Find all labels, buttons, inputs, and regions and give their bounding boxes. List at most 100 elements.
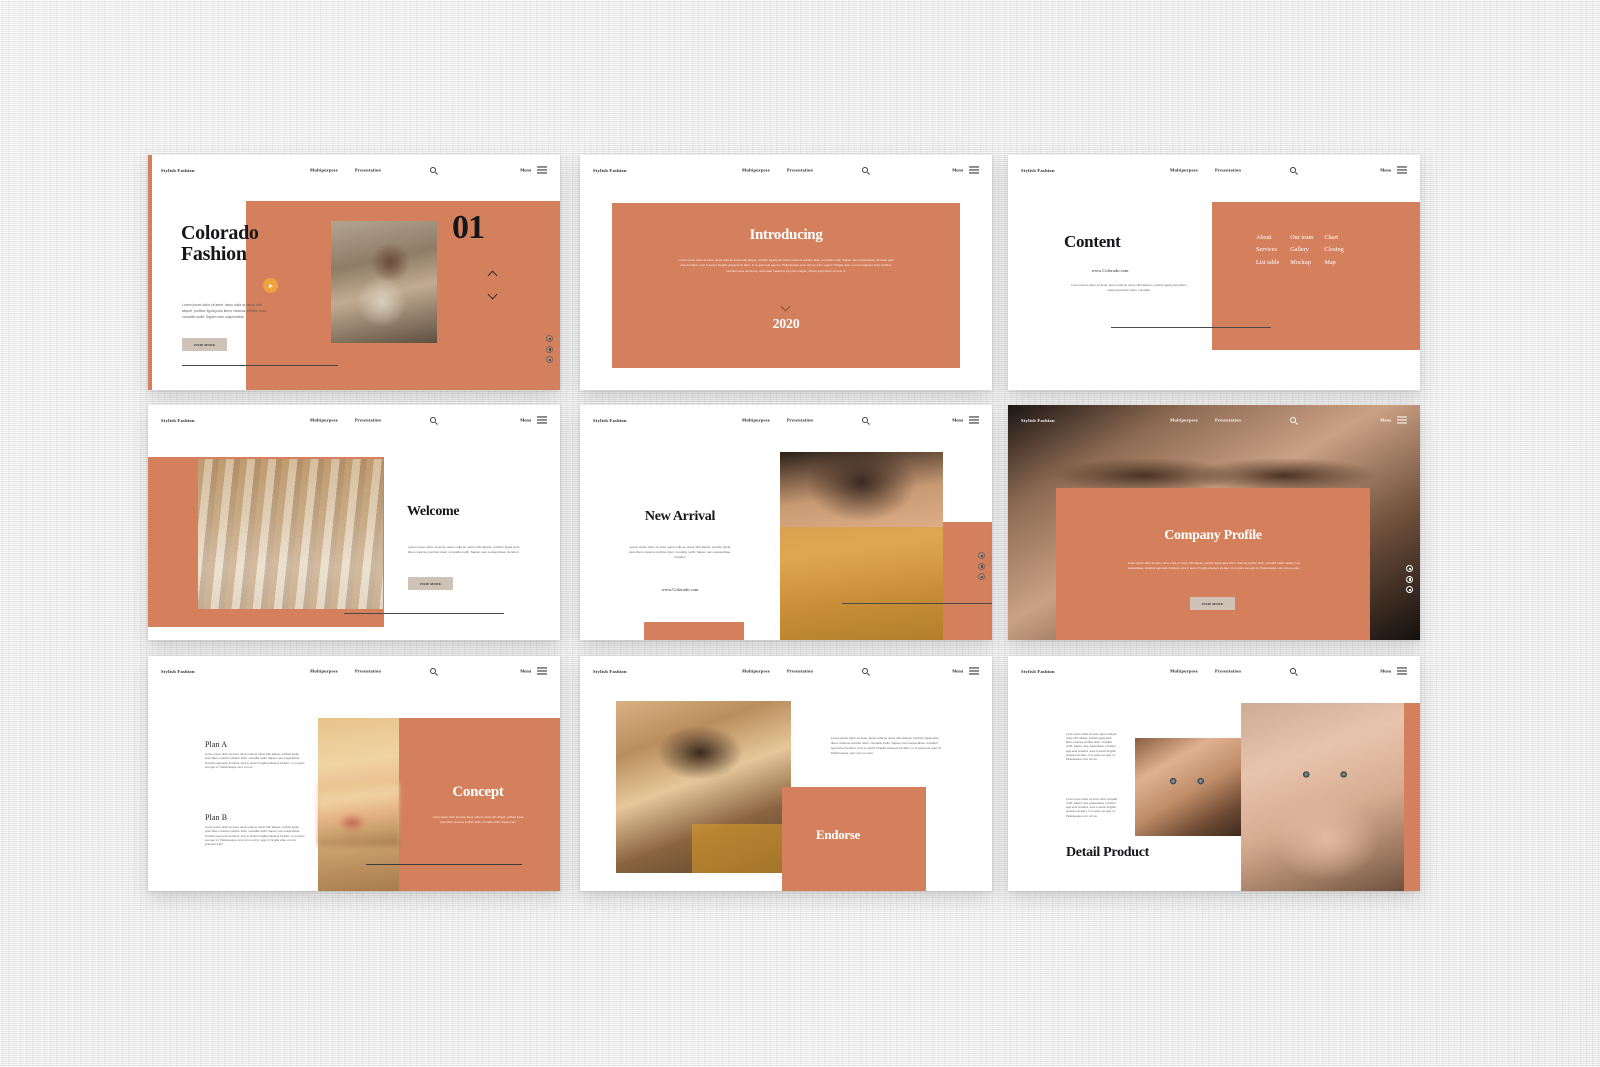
nav-link-presentation[interactable]: Presentation bbox=[1215, 418, 1241, 423]
nav-menu[interactable]: Menu bbox=[520, 166, 547, 174]
instagram-icon[interactable] bbox=[546, 345, 553, 353]
nav-link-multipurpose[interactable]: Multipurpose bbox=[742, 168, 770, 173]
nav-brand[interactable]: Stylish Fashion bbox=[1021, 168, 1055, 173]
slide-concept[interactable]: Plan A Lorem ipsum dolor sit amet, lacus… bbox=[148, 656, 560, 891]
content-item[interactable]: Gallery bbox=[1290, 244, 1313, 256]
social-links[interactable] bbox=[978, 552, 985, 580]
search-icon[interactable] bbox=[430, 167, 437, 173]
nav-link-presentation[interactable]: Presentation bbox=[1215, 168, 1241, 173]
nav-link-presentation[interactable]: Presentation bbox=[355, 418, 381, 423]
nav-menu[interactable]: Menu bbox=[952, 416, 979, 424]
nav-menu[interactable]: Menu bbox=[1380, 166, 1407, 174]
menu-label[interactable]: Menu bbox=[952, 669, 963, 674]
menu-label[interactable]: Menu bbox=[1380, 168, 1391, 173]
view-more-button[interactable]: VIEW MORE bbox=[182, 338, 227, 351]
social-links[interactable] bbox=[546, 335, 553, 363]
menu-label[interactable]: Menu bbox=[520, 168, 531, 173]
search-icon[interactable] bbox=[430, 668, 437, 674]
hamburger-icon[interactable] bbox=[1397, 166, 1407, 174]
hamburger-icon[interactable] bbox=[537, 166, 547, 174]
nav-link-multipurpose[interactable]: Multipurpose bbox=[1170, 418, 1198, 423]
content-item[interactable]: Closing bbox=[1324, 244, 1343, 256]
search-icon[interactable] bbox=[1290, 668, 1297, 674]
nav-link-presentation[interactable]: Presentation bbox=[1215, 669, 1241, 674]
hamburger-icon[interactable] bbox=[1397, 416, 1407, 424]
content-item[interactable]: List table bbox=[1256, 257, 1279, 269]
nav-menu[interactable]: Menu bbox=[952, 667, 979, 675]
search-icon[interactable] bbox=[430, 417, 437, 423]
twitter-icon[interactable] bbox=[546, 335, 553, 342]
nav-link-presentation[interactable]: Presentation bbox=[355, 669, 381, 674]
nav-link-presentation[interactable]: Presentation bbox=[787, 669, 813, 674]
nav-brand[interactable]: Stylish Fashion bbox=[161, 418, 195, 423]
menu-label[interactable]: Menu bbox=[952, 418, 963, 423]
hamburger-icon[interactable] bbox=[969, 416, 979, 424]
slide-introducing[interactable]: Introducing Lorem ipsum dolor sit amet, … bbox=[580, 155, 992, 390]
slide-detail-product[interactable]: Lorem ipsum dolor sit amet, lacus nulla … bbox=[1008, 656, 1420, 891]
content-item[interactable]: Services bbox=[1256, 244, 1279, 256]
content-item[interactable]: Mockup bbox=[1290, 257, 1313, 269]
nav-brand[interactable]: Stylish Fashion bbox=[593, 669, 627, 674]
nav-brand[interactable]: Stylish Fashion bbox=[1021, 418, 1055, 423]
view-more-button[interactable]: VIEW MORE bbox=[1190, 597, 1235, 610]
nav-brand[interactable]: Stylish Fashion bbox=[161, 669, 195, 674]
slide-nav: Stylish Fashion Multipurpose Presentatio… bbox=[580, 155, 992, 185]
nav-menu[interactable]: Menu bbox=[952, 166, 979, 174]
content-item[interactable]: About bbox=[1256, 232, 1279, 244]
nav-link-multipurpose[interactable]: Multipurpose bbox=[742, 669, 770, 674]
hamburger-icon[interactable] bbox=[969, 667, 979, 675]
nav-link-multipurpose[interactable]: Multipurpose bbox=[1170, 168, 1198, 173]
slide-endorse[interactable]: Lorem ipsum dolor sit amet, lacus nulla … bbox=[580, 656, 992, 891]
pinterest-icon[interactable] bbox=[1406, 586, 1413, 593]
nav-link-multipurpose[interactable]: Multipurpose bbox=[310, 418, 338, 423]
hamburger-icon[interactable] bbox=[1397, 667, 1407, 675]
search-icon[interactable] bbox=[862, 417, 869, 423]
nav-menu[interactable]: Menu bbox=[1380, 667, 1407, 675]
hamburger-icon[interactable] bbox=[969, 166, 979, 174]
content-item[interactable]: Map bbox=[1324, 257, 1343, 269]
nav-link-presentation[interactable]: Presentation bbox=[787, 418, 813, 423]
nav-link-presentation[interactable]: Presentation bbox=[787, 168, 813, 173]
slide-welcome[interactable]: Welcome Lorem ipsum dolor sit amet, lacu… bbox=[148, 405, 560, 640]
nav-menu[interactable]: Menu bbox=[520, 416, 547, 424]
slide-company-profile[interactable]: Company Profile Lorem ipsum dolor sit am… bbox=[1008, 405, 1420, 640]
nav-brand[interactable]: Stylish Fashion bbox=[1021, 669, 1055, 674]
menu-label[interactable]: Menu bbox=[1380, 669, 1391, 674]
nav-link-presentation[interactable]: Presentation bbox=[355, 168, 381, 173]
nav-brand[interactable]: Stylish Fashion bbox=[593, 418, 627, 423]
slide-content[interactable]: Content www.Colorado.com Lorem ipsum dol… bbox=[1008, 155, 1420, 390]
menu-label[interactable]: Menu bbox=[520, 669, 531, 674]
menu-label[interactable]: Menu bbox=[952, 168, 963, 173]
nav-link-multipurpose[interactable]: Multipurpose bbox=[1170, 669, 1198, 674]
content-item[interactable]: Our team bbox=[1290, 232, 1313, 244]
hamburger-icon[interactable] bbox=[537, 667, 547, 675]
nav-link-multipurpose[interactable]: Multipurpose bbox=[310, 669, 338, 674]
search-icon[interactable] bbox=[1290, 167, 1297, 173]
twitter-icon[interactable] bbox=[978, 552, 985, 559]
menu-label[interactable]: Menu bbox=[520, 418, 531, 423]
nav-menu[interactable]: Menu bbox=[520, 667, 547, 675]
pinterest-icon[interactable] bbox=[978, 573, 985, 580]
nav-brand[interactable]: Stylish Fashion bbox=[593, 168, 627, 173]
play-button-icon[interactable] bbox=[263, 278, 278, 293]
slide-cover[interactable]: 01 Colorado Fashion Lorem ipsum dolor si… bbox=[148, 155, 560, 390]
hamburger-icon[interactable] bbox=[537, 416, 547, 424]
menu-label[interactable]: Menu bbox=[1380, 418, 1391, 423]
nav-link-multipurpose[interactable]: Multipurpose bbox=[742, 418, 770, 423]
content-item[interactable]: Chart bbox=[1324, 232, 1343, 244]
view-more-button[interactable]: VIEW MORE bbox=[408, 577, 453, 590]
social-links[interactable] bbox=[1406, 565, 1413, 593]
search-icon[interactable] bbox=[862, 668, 869, 674]
nav-brand[interactable]: Stylish Fashion bbox=[161, 168, 195, 173]
instagram-icon[interactable] bbox=[1406, 575, 1413, 583]
search-icon[interactable] bbox=[862, 167, 869, 173]
twitter-icon[interactable] bbox=[1406, 565, 1413, 572]
instagram-icon[interactable] bbox=[978, 562, 985, 570]
search-icon[interactable] bbox=[1290, 417, 1297, 423]
pinterest-icon[interactable] bbox=[546, 356, 553, 363]
nav-link-multipurpose[interactable]: Multipurpose bbox=[310, 168, 338, 173]
nav-menu[interactable]: Menu bbox=[1380, 416, 1407, 424]
new-arrival-url[interactable]: www.Colorado.com bbox=[594, 587, 766, 592]
content-url[interactable]: www.Colorado.com bbox=[1008, 268, 1212, 273]
slide-new-arrival[interactable]: New Arrival Lorem ipsum dolor sit amet, … bbox=[580, 405, 992, 640]
